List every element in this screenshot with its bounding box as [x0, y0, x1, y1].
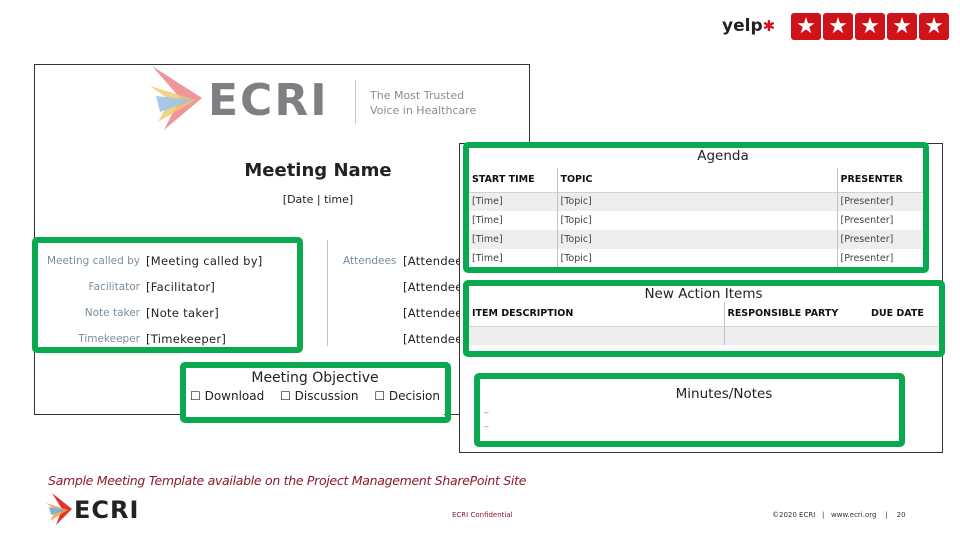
copyright: ©2020 ECRI	[772, 511, 816, 519]
template-caption: Sample Meeting Template available on the…	[48, 473, 527, 488]
highlight-roles	[32, 237, 303, 353]
highlight-agenda	[463, 142, 929, 273]
ecri-logo-text: ECRI	[208, 75, 329, 126]
tagline-line-1: The Most Trusted	[370, 89, 465, 102]
logo-tagline: The Most Trusted Voice in Healthcare	[370, 88, 476, 118]
yelp-burst-icon: ✱	[762, 17, 776, 35]
meeting-name: Meeting Name	[244, 160, 392, 181]
highlight-action-items	[463, 280, 945, 357]
star-icon: ★	[855, 13, 885, 40]
column-divider	[327, 240, 328, 346]
attendee: [Attendee	[403, 332, 463, 346]
tagline-line-2: Voice in Healthcare	[370, 104, 477, 117]
footer-meta: ©2020 ECRI | www.ecri.org | 20	[772, 511, 906, 519]
page-number: 20	[896, 511, 906, 519]
website-link[interactable]: www.ecri.org	[831, 511, 876, 519]
star-icon: ★	[887, 13, 917, 40]
ecri-footer-logo-text: ECRI	[74, 496, 140, 524]
meeting-date: [Date | time]	[282, 193, 354, 206]
star-icon: ★	[919, 13, 949, 40]
attendees-label: Attendees	[343, 255, 397, 267]
confidential-label: ECRI Confidential	[452, 511, 513, 519]
attendee: [Attendee	[403, 306, 463, 320]
star-icon: ★	[791, 13, 821, 40]
yelp-logo: yelp✱	[722, 16, 775, 36]
highlight-objective	[180, 362, 451, 423]
yelp-logo-text: yelp	[722, 16, 763, 36]
attendee: [Attendee	[403, 280, 463, 294]
star-rating: ★ ★ ★ ★ ★	[791, 13, 951, 40]
ecri-footer-logo-icon	[46, 493, 72, 525]
highlight-minutes	[474, 373, 905, 447]
attendees-list: [Attendee [Attendee [Attendee [Attendee	[403, 248, 463, 352]
attendee: [Attendee	[403, 254, 463, 268]
logo-divider	[355, 80, 356, 124]
star-icon: ★	[823, 13, 853, 40]
ecri-logo-icon	[150, 66, 202, 130]
